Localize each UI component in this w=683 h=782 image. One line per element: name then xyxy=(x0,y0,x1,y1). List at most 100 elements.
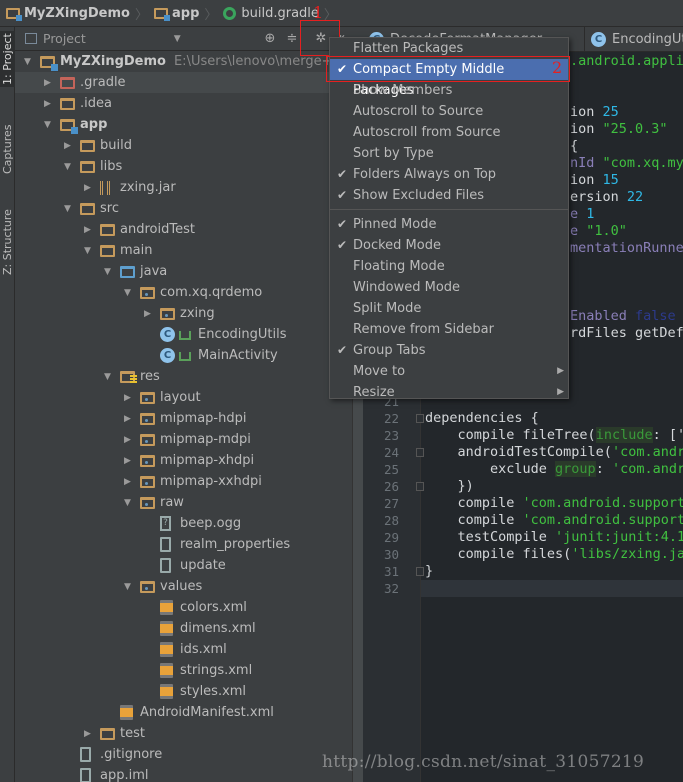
menu-item[interactable]: Show Members xyxy=(330,80,568,101)
tree-item[interactable]: update xyxy=(15,555,352,576)
expanded-arrow-icon[interactable]: ▼ xyxy=(124,288,134,298)
menu-item[interactable]: Autoscroll to Source xyxy=(330,101,568,122)
menu-item[interactable]: Move to ▶ xyxy=(330,361,568,382)
collapsed-arrow-icon[interactable]: ▶ xyxy=(84,729,94,739)
resource-folder-icon xyxy=(120,371,137,383)
tree-item[interactable]: ▶ zxing.jar xyxy=(15,177,352,198)
tree-item[interactable]: ▶ layout xyxy=(15,387,352,408)
tree-item[interactable]: ? beep.ogg xyxy=(15,513,352,534)
collapsed-arrow-icon[interactable]: ▶ xyxy=(124,435,134,445)
tree-item[interactable]: ▼ com.xq.qrdemo xyxy=(15,282,352,303)
collapsed-arrow-icon[interactable]: ▶ xyxy=(124,477,134,487)
tab-project[interactable]: 1: Project xyxy=(0,31,15,87)
tab-captures[interactable]: Captures xyxy=(0,117,15,181)
breadcrumb-app[interactable]: app 〉 xyxy=(153,4,217,23)
menu-item[interactable]: ✔ Show Excluded Files xyxy=(330,185,568,206)
tree-item-label: update xyxy=(180,558,226,573)
menu-item[interactable]: Remove from Sidebar xyxy=(330,319,568,340)
tree-item[interactable]: realm_properties xyxy=(15,534,352,555)
file-icon xyxy=(80,747,91,762)
tree-item-text: app xyxy=(80,117,108,132)
expanded-arrow-icon[interactable]: ▼ xyxy=(64,204,74,214)
collapsed-arrow-icon[interactable]: ▶ xyxy=(84,183,94,193)
fold-marker-icon[interactable] xyxy=(416,482,424,491)
menu-item-label: Move to xyxy=(353,364,406,379)
collapsed-arrow-icon[interactable]: ▶ xyxy=(124,456,134,466)
collapsed-arrow-icon[interactable]: ▶ xyxy=(84,225,94,235)
menu-item[interactable]: Windowed Mode xyxy=(330,277,568,298)
menu-item[interactable]: Resize ▶ xyxy=(330,382,568,403)
tree-item[interactable]: strings.xml xyxy=(15,660,352,681)
expanded-arrow-icon[interactable]: ▼ xyxy=(44,120,54,130)
tab-encodingutils[interactable]: CEncodingUtils xyxy=(585,27,683,52)
menu-item[interactable]: ✔ Folders Always on Top xyxy=(330,164,568,185)
expanded-arrow-icon[interactable]: ▼ xyxy=(124,582,134,592)
tree-item[interactable]: colors.xml xyxy=(15,597,352,618)
line-number: 23 xyxy=(383,428,399,443)
collapsed-arrow-icon[interactable]: ▶ xyxy=(44,78,54,88)
tree-item[interactable]: ▶ mipmap-xhdpi xyxy=(15,450,352,471)
collapse-all-icon[interactable]: ≑ xyxy=(284,31,300,47)
breadcrumb-project[interactable]: MyZXingDemo 〉 xyxy=(6,4,148,23)
tree-item[interactable]: ▼ values xyxy=(15,576,352,597)
tree-item[interactable]: ▶ .idea xyxy=(15,93,352,114)
menu-item[interactable]: ✔ Docked Mode xyxy=(330,235,568,256)
tree-item[interactable]: ▼ app xyxy=(15,114,352,135)
scroll-from-source-icon[interactable]: ⊕ xyxy=(262,31,278,47)
collapsed-arrow-icon[interactable]: ▶ xyxy=(144,309,154,319)
expanded-arrow-icon[interactable]: ▼ xyxy=(24,57,34,67)
tree-item[interactable]: C MainActivity xyxy=(15,345,352,366)
menu-item[interactable]: Autoscroll from Source xyxy=(330,122,568,143)
expanded-arrow-icon[interactable]: ▼ xyxy=(64,162,74,172)
tree-item[interactable]: ▶ zxing xyxy=(15,303,352,324)
tree-item[interactable]: ▼ raw xyxy=(15,492,352,513)
expanded-arrow-icon[interactable]: ▼ xyxy=(104,372,114,382)
code-token: false xyxy=(635,308,676,324)
tree-item[interactable]: ▼ libs xyxy=(15,156,352,177)
package-folder-icon xyxy=(140,455,155,467)
tree-item[interactable]: ▶ androidTest xyxy=(15,219,352,240)
fold-marker-icon[interactable] xyxy=(416,414,424,423)
folder-icon xyxy=(80,140,95,152)
tree-item[interactable]: ▶ mipmap-xxhdpi xyxy=(15,471,352,492)
tree-item[interactable]: ▼ main xyxy=(15,240,352,261)
tree-item[interactable]: ▶ build xyxy=(15,135,352,156)
collapsed-arrow-icon[interactable]: ▶ xyxy=(124,414,134,424)
tree-item[interactable]: ▶ mipmap-mdpi xyxy=(15,429,352,450)
tree-item[interactable]: AndroidManifest.xml xyxy=(15,702,352,723)
tree-item[interactable]: ids.xml xyxy=(15,639,352,660)
code-token: ion xyxy=(570,104,603,120)
menu-item-label: Docked Mode xyxy=(353,238,441,253)
tree-item[interactable]: ▼ src xyxy=(15,198,352,219)
tree-item[interactable]: ▼ res xyxy=(15,366,352,387)
collapsed-arrow-icon[interactable]: ▶ xyxy=(64,141,74,151)
tree-item-text: dimens.xml xyxy=(180,621,256,636)
menu-item[interactable]: ✔ Group Tabs xyxy=(330,340,568,361)
package-folder-icon xyxy=(140,392,155,404)
menu-item[interactable]: Split Mode xyxy=(330,298,568,319)
tree-item[interactable]: ▶ .gradle xyxy=(15,72,352,93)
tree-item[interactable]: .gitignore xyxy=(15,744,352,765)
collapsed-arrow-icon[interactable]: ▶ xyxy=(124,393,134,403)
tree-item-text: EncodingUtils xyxy=(198,327,287,342)
tree-item-label: java xyxy=(140,264,167,279)
expanded-arrow-icon[interactable]: ▼ xyxy=(124,498,134,508)
expanded-arrow-icon[interactable]: ▼ xyxy=(104,267,114,277)
menu-item[interactable]: Sort by Type xyxy=(330,143,568,164)
tree-item[interactable]: styles.xml xyxy=(15,681,352,702)
tree-item[interactable]: ▶ mipmap-hdpi xyxy=(15,408,352,429)
tree-item[interactable]: dimens.xml xyxy=(15,618,352,639)
menu-item[interactable]: ✔ Pinned Mode xyxy=(330,214,568,235)
tree-item[interactable]: C EncodingUtils xyxy=(15,324,352,345)
tree-item[interactable]: ▶ test xyxy=(15,723,352,744)
menu-item[interactable]: Floating Mode xyxy=(330,256,568,277)
tree-item-text: zxing.jar xyxy=(120,180,176,195)
tree-item[interactable]: ▼ java xyxy=(15,261,352,282)
fold-marker-icon[interactable] xyxy=(416,448,424,457)
tree-item[interactable]: app.iml xyxy=(15,765,352,782)
tab-structure[interactable]: Z: Structure xyxy=(0,203,15,281)
collapsed-arrow-icon[interactable]: ▶ xyxy=(44,99,54,109)
fold-marker-icon[interactable] xyxy=(416,567,424,576)
expanded-arrow-icon[interactable]: ▼ xyxy=(84,246,94,256)
project-view-dropdown[interactable]: Project ▼ xyxy=(25,31,181,46)
